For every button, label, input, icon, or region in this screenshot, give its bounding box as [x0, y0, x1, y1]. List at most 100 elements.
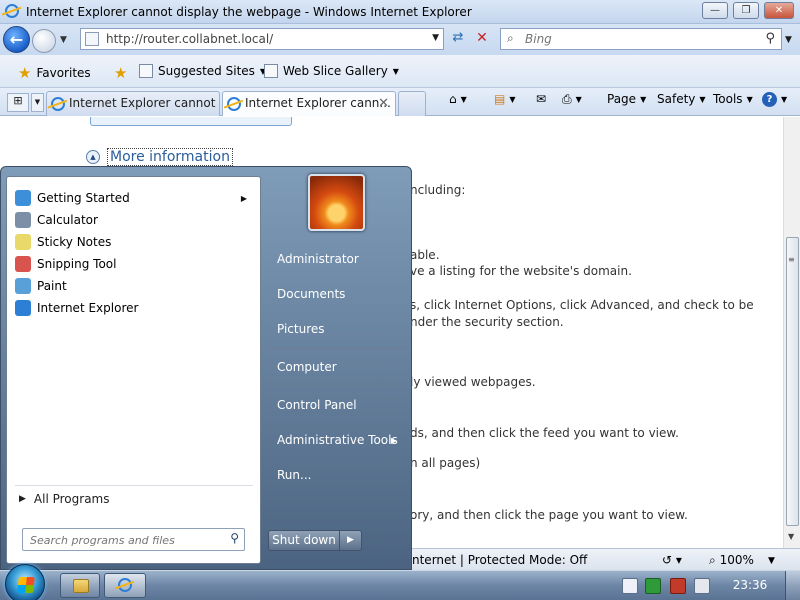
content-line: n all pages) — [410, 456, 481, 470]
collapse-arrow-icon: ▲ — [86, 150, 100, 164]
start-search-box[interactable]: ⚲ — [22, 528, 245, 551]
shutdown-button[interactable]: Shut down — [268, 530, 340, 551]
more-information-link[interactable]: More information — [107, 148, 233, 166]
volume-muted-icon[interactable] — [694, 578, 710, 594]
user-avatar[interactable] — [308, 174, 365, 231]
add-to-favorites-bar-button[interactable]: ★ — [114, 64, 127, 82]
start-link-run[interactable]: Run... — [269, 461, 409, 489]
zoom-dropdown-icon[interactable]: ▼ — [768, 556, 775, 566]
shutdown-options-button[interactable]: ▶ — [340, 530, 362, 551]
minimize-button[interactable]: — — [702, 2, 728, 19]
start-link-label: Administrator — [277, 252, 359, 266]
safety-menu[interactable]: Safety ▼ — [657, 92, 706, 106]
submenu-arrow-icon: ▶ — [390, 435, 397, 445]
search-box[interactable]: ⌕ ⚲ — [500, 28, 782, 50]
start-link-label: Run... — [277, 468, 312, 482]
stop-button[interactable]: ✕ — [472, 30, 492, 50]
clock[interactable]: 23:36 — [722, 578, 778, 592]
new-tab-button[interactable] — [398, 91, 426, 116]
content-line: ly viewed webpages. — [410, 375, 536, 389]
start-link-label: Pictures — [277, 322, 325, 336]
window-title: Internet Explorer cannot display the web… — [26, 5, 472, 19]
start-search-input[interactable] — [30, 532, 215, 548]
chevron-down-icon: ▼ — [460, 94, 467, 104]
program-getting-started[interactable]: Getting Started ▶ — [15, 188, 255, 208]
chevron-down-icon: ▼ — [392, 66, 399, 76]
start-link-control-panel[interactable]: Control Panel — [269, 391, 409, 419]
network-disconnected-icon[interactable] — [670, 578, 686, 594]
web-slice-gallery-icon — [264, 64, 278, 78]
scroll-grip-icon: ≡ — [788, 255, 795, 264]
quick-tabs-button[interactable]: ⊞ — [7, 93, 29, 112]
program-label: Snipping Tool — [37, 257, 117, 271]
page-menu-label: Page — [607, 92, 637, 106]
chevron-down-icon: ▼ — [640, 94, 647, 104]
security-shield-icon[interactable] — [645, 578, 661, 594]
windows-logo-icon — [17, 577, 35, 593]
favorites-star-icon: ★ — [18, 64, 32, 82]
security-zone-status[interactable]: nternet | Protected Mode: Off — [412, 553, 587, 567]
help-button[interactable]: ? ▼ — [762, 92, 787, 107]
close-tab-icon[interactable]: ✕ — [378, 96, 389, 111]
print-button[interactable]: ⎙ ▼ — [562, 92, 582, 107]
suggested-sites-link[interactable]: Suggested Sites ▼ — [139, 64, 266, 78]
scroll-down-icon[interactable]: ▼ — [788, 532, 794, 541]
program-paint[interactable]: Paint — [15, 276, 255, 296]
chevron-down-icon: ▼ — [746, 94, 753, 104]
favorites-button[interactable]: ★ Favorites — [18, 64, 91, 82]
program-label: Sticky Notes — [37, 235, 112, 249]
forward-button[interactable] — [32, 29, 56, 53]
program-label: Internet Explorer — [37, 301, 139, 315]
feeds-button[interactable]: ▤ ▼ — [494, 92, 516, 106]
divider — [271, 348, 407, 349]
zoom-level[interactable]: ⌕ 100% — [709, 553, 754, 568]
start-link-pictures[interactable]: Pictures — [269, 315, 409, 343]
show-desktop-button[interactable] — [785, 571, 800, 600]
search-icon[interactable]: ⚲ — [765, 31, 775, 46]
submenu-arrow-icon: ▶ — [240, 193, 247, 203]
start-link-documents[interactable]: Documents — [269, 280, 409, 308]
page-menu[interactable]: Page ▼ — [607, 92, 646, 106]
taskbar-explorer-button[interactable] — [60, 573, 100, 598]
home-button[interactable]: ⌂ ▼ — [449, 92, 467, 106]
address-dropdown-icon[interactable]: ▼ — [432, 33, 439, 43]
url-text[interactable]: http://router.collabnet.local/ — [106, 32, 273, 46]
tab-list-dropdown-icon[interactable]: ▼ — [31, 93, 44, 112]
tools-menu-label: Tools — [713, 92, 743, 106]
diagnose-button-fragment[interactable] — [90, 117, 292, 126]
start-link-administrative-tools[interactable]: Administrative Tools ▶ — [269, 426, 409, 454]
read-mail-button[interactable]: ✉ — [536, 92, 546, 106]
maximize-button[interactable]: ❐ — [733, 2, 759, 19]
back-button[interactable]: ← — [3, 26, 30, 53]
search-icon[interactable]: ⚲ — [230, 531, 239, 545]
taskbar-ie-button[interactable] — [104, 573, 146, 598]
all-programs-label: All Programs — [33, 492, 110, 506]
all-programs-button[interactable]: ▶ All Programs — [19, 492, 110, 506]
tools-menu[interactable]: Tools ▼ — [713, 92, 753, 106]
protected-mode-icon[interactable]: ↺ ▾ — [662, 553, 682, 567]
program-internet-explorer[interactable]: Internet Explorer — [15, 298, 255, 318]
tab-2[interactable]: Internet Explorer cann... ✕ — [222, 91, 396, 116]
action-center-icon[interactable] — [622, 578, 638, 594]
refresh-button[interactable]: ⇄ — [447, 30, 469, 50]
mail-icon: ✉ — [536, 92, 547, 106]
start-link-computer[interactable]: Computer — [269, 353, 409, 381]
search-input[interactable] — [525, 31, 745, 47]
program-calculator[interactable]: Calculator — [15, 210, 255, 230]
tab-1[interactable]: Internet Explorer cannot d... — [46, 91, 220, 116]
address-field[interactable]: http://router.collabnet.local/ ▼ — [80, 28, 444, 50]
recent-pages-dropdown-icon[interactable]: ▼ — [60, 35, 67, 45]
close-button[interactable]: ✕ — [764, 2, 794, 19]
vertical-scrollbar[interactable]: ≡ ▼ — [783, 117, 800, 548]
web-slice-gallery-link[interactable]: Web Slice Gallery ▼ — [264, 64, 399, 78]
scrollbar-thumb[interactable] — [786, 237, 799, 526]
program-snipping-tool[interactable]: Snipping Tool — [15, 254, 255, 274]
program-sticky-notes[interactable]: Sticky Notes — [15, 232, 255, 252]
content-line: ve a listing for the website's domain. — [410, 264, 632, 278]
more-information-toggle[interactable]: ▲ More information — [86, 148, 233, 166]
internet-explorer-icon — [15, 300, 31, 316]
search-options-dropdown-icon[interactable]: ▼ — [785, 35, 792, 45]
start-button[interactable] — [5, 564, 45, 600]
start-link-label: Documents — [277, 287, 346, 301]
start-link-administrator[interactable]: Administrator — [269, 245, 409, 273]
